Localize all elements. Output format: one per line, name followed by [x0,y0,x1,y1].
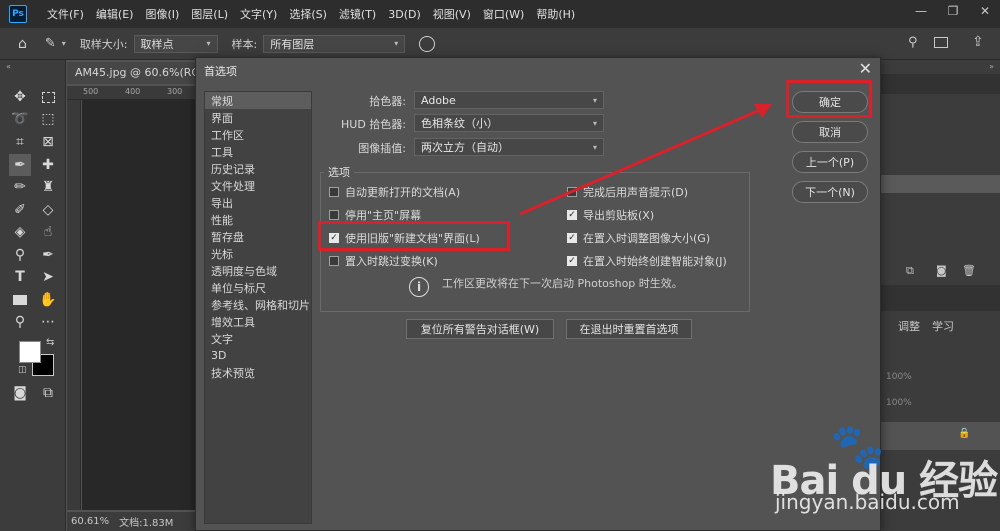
watermark-subtext: jingyan.baidu.com [775,490,960,514]
baidu-watermark: 🐾 Bai du 经验 jingyan.baidu.com [760,420,1000,531]
